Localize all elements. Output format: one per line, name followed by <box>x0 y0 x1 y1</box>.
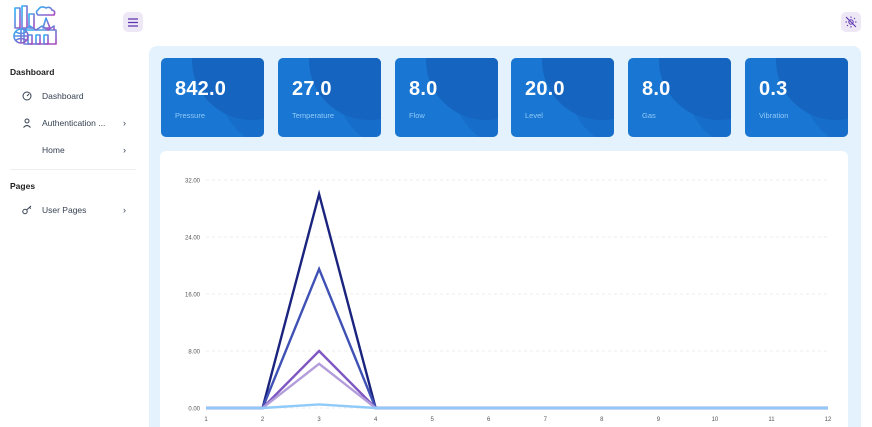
x-tick-label: 5 <box>431 417 435 423</box>
stat-label: Pressure <box>175 111 206 120</box>
sidebar-item-home[interactable]: Home › <box>10 139 138 161</box>
x-tick-label: 7 <box>544 417 548 423</box>
x-tick-label: 11 <box>768 417 775 423</box>
x-tick-label: 8 <box>600 417 604 423</box>
series-line[interactable] <box>206 265 828 410</box>
stat-label: Gas <box>642 111 656 120</box>
factory-logo[interactable] <box>12 4 60 48</box>
x-tick-label: 9 <box>657 417 661 423</box>
sidebar-item-dashboard[interactable]: Dashboard <box>10 85 138 107</box>
stat-value: 8.0 <box>409 78 438 100</box>
stat-card-pressure[interactable]: 842.0 Pressure <box>161 58 264 137</box>
x-tick-label: 12 <box>825 417 832 423</box>
menu-toggle-button[interactable] <box>123 12 143 32</box>
nav-caption-pages: Pages <box>10 181 36 191</box>
stat-value: 27.0 <box>292 78 332 100</box>
stat-value: 8.0 <box>642 78 671 100</box>
stat-label: Flow <box>409 111 425 120</box>
sidebar: Dashboard Dashboard Authentication ... ›… <box>0 0 148 427</box>
sidebar-item-user-pages[interactable]: User Pages › <box>10 199 138 221</box>
chevron-right-icon: › <box>123 205 126 215</box>
stat-value: 20.0 <box>525 78 565 100</box>
stat-value: 0.3 <box>759 78 788 100</box>
y-tick-label: 8.00 <box>188 350 200 356</box>
hamburger-icon <box>128 17 138 27</box>
stat-card-vibration[interactable]: 0.3 Vibration <box>745 58 848 137</box>
series-line[interactable] <box>206 189 828 410</box>
x-tick-label: 10 <box>712 417 719 423</box>
settings-button[interactable] <box>841 12 861 32</box>
x-tick-label: 1 <box>204 417 208 423</box>
stat-card-level[interactable]: 20.0 Level <box>511 58 614 137</box>
sidebar-item-label: Authentication ... <box>42 118 106 128</box>
sidebar-item-authentication[interactable]: Authentication ... › <box>10 112 138 134</box>
stat-label: Vibration <box>759 111 789 120</box>
y-tick-label: 16.00 <box>185 293 201 299</box>
sidebar-item-label: Home <box>42 145 65 155</box>
y-tick-label: 24.00 <box>185 236 201 242</box>
key-icon <box>20 205 34 215</box>
x-tick-label: 4 <box>374 417 378 423</box>
line-chart: 0.008.0016.0024.0032.001 2 3 4 5 6 7 8 9 10 11 12 <box>185 179 832 424</box>
main-content: 842.0 Pressure 27.0 Temperature 8.0 Flow… <box>149 46 861 427</box>
sidebar-item-label: Dashboard <box>42 91 84 101</box>
stat-label: Temperature <box>292 111 335 120</box>
nav-caption-dashboard: Dashboard <box>10 67 55 77</box>
nav-divider <box>10 169 136 170</box>
sidebar-item-label: User Pages <box>42 205 87 215</box>
user-icon <box>20 118 34 128</box>
stat-value: 842.0 <box>175 78 227 100</box>
x-tick-label: 2 <box>261 417 265 423</box>
y-tick-label: 0.00 <box>188 407 200 413</box>
stat-label: Level <box>525 111 543 120</box>
series-line[interactable] <box>206 403 828 410</box>
sun-off-icon <box>845 16 857 28</box>
chevron-right-icon: › <box>123 145 126 155</box>
dashboard-icon <box>20 91 34 101</box>
sensor-chart-card: 0.00 8.00 16.00 24.00 32.00 1 2 3 4 5 6 7 8 9 10 11 12 <box>160 151 848 427</box>
x-tick-label: 6 <box>487 417 491 423</box>
stat-card-gas[interactable]: 8.0 Gas <box>628 58 731 137</box>
stat-card-flow[interactable]: 8.0 Flow <box>395 58 498 137</box>
chevron-right-icon: › <box>123 118 126 128</box>
x-tick-label: 3 <box>317 417 321 423</box>
stat-card-temperature[interactable]: 27.0 Temperature <box>278 58 381 137</box>
y-tick-label: 32.00 <box>185 179 201 185</box>
